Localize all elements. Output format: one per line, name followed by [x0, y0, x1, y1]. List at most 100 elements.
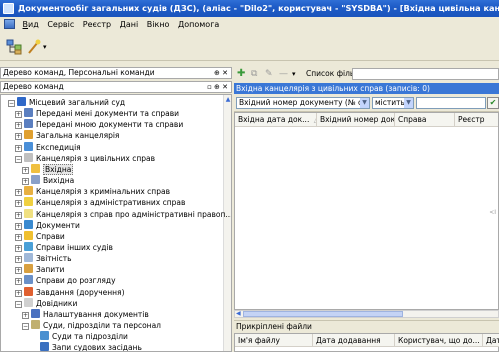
expand-icon[interactable]: +	[15, 244, 22, 252]
tree-node[interactable]: − Суди, підрозділи та персонал	[22, 320, 161, 331]
tree-scrollbar[interactable]: ▲	[223, 95, 231, 351]
menu-registry[interactable]: Реєстр	[80, 17, 114, 33]
main-toolbar: ▾	[0, 33, 499, 61]
add-icon[interactable]: ✚	[237, 67, 245, 81]
chevron-down-icon[interactable]: ▼	[360, 98, 369, 108]
toolbar-dropdown-arrow[interactable]: ▾	[43, 43, 47, 51]
tree-node-icon	[24, 197, 33, 207]
list-title: Вхідна канцелярія з цивільних справ (зап…	[234, 83, 499, 94]
tree-pin-close-buttons[interactable]: ▫ ⊕ ✕	[207, 82, 228, 92]
tree-node[interactable]: + Справи інших судів	[15, 241, 113, 253]
filter-operator-select[interactable]: містить ▼	[372, 97, 414, 109]
expand-icon[interactable]: +	[15, 200, 22, 208]
filter-value-input[interactable]	[416, 97, 486, 109]
column-header-registry[interactable]: Реєстр	[455, 113, 498, 127]
grid-header: Вхідна дата док... △ Вхідний номер доку.…	[235, 113, 498, 127]
tree-node-icon	[31, 163, 40, 173]
tree-node[interactable]: + Документи	[15, 219, 80, 231]
panel-pin-close-buttons[interactable]: ⊕ ✕	[214, 68, 228, 78]
expand-icon[interactable]: +	[15, 189, 22, 197]
grid-horizontal-scrollbar[interactable]: ◀	[234, 310, 499, 318]
collapse-icon[interactable]: −	[8, 100, 15, 107]
tree-node[interactable]: − Канцелярія з цивільних справ	[15, 152, 155, 164]
grid-edge-mark: <I	[489, 209, 496, 216]
scroll-up-icon[interactable]: ▲	[224, 96, 231, 104]
tree-node[interactable]: + Завдання (доручення)	[15, 286, 125, 298]
document-icon[interactable]	[4, 19, 15, 29]
tree-node[interactable]: + Запити	[15, 264, 64, 275]
expand-icon[interactable]: +	[15, 211, 22, 219]
tree-node-icon	[24, 219, 33, 229]
tree-node[interactable]: + Звітність	[15, 253, 72, 264]
tree-node-icon	[24, 253, 33, 263]
collapse-icon[interactable]: −	[15, 300, 22, 308]
menu-view[interactable]: Вид	[20, 17, 42, 33]
menu-service[interactable]: Сервіс	[44, 17, 77, 33]
collapse-icon[interactable]: −	[15, 155, 22, 163]
att-column-date[interactable]: Дата	[483, 334, 499, 347]
expand-icon[interactable]: +	[22, 166, 29, 174]
tree-node[interactable]: + Канцелярія з адміністративних справ	[15, 197, 185, 208]
attachments-title: Прикріплені файли	[234, 320, 499, 332]
tree-node[interactable]: + Налаштування документів	[22, 308, 149, 320]
column-header-number[interactable]: Вхідний номер доку...	[317, 113, 395, 127]
tree-view-icon[interactable]	[6, 39, 24, 55]
tree-node[interactable]: − Місцевий загальний суд	[8, 97, 125, 108]
expand-icon[interactable]: +	[15, 289, 22, 297]
expand-icon[interactable]: +	[22, 311, 29, 319]
tree-node[interactable]: + Експедиція	[15, 141, 81, 153]
filter-field-select[interactable]: Вхідний номер документу (№ справи) ▼	[236, 97, 370, 109]
tree-node-label: Вхідна	[43, 163, 74, 175]
chevron-down-icon[interactable]: ▼	[404, 98, 413, 108]
menu-data[interactable]: Дані	[117, 17, 142, 33]
att-column-date-added[interactable]: Дата додавання	[313, 334, 395, 347]
tree-node[interactable]: + Справи до розгляду	[15, 275, 116, 286]
expand-icon[interactable]: +	[15, 111, 22, 119]
att-column-user[interactable]: Користувач, що до...	[395, 334, 483, 347]
menu-bar: Вид Сервіс Реєстр Дані Вікно Допомога	[0, 17, 499, 33]
delete-icon[interactable]: —	[279, 67, 288, 81]
scroll-thumb[interactable]	[243, 311, 403, 317]
tree-node-label: Справи до розгляду	[36, 276, 116, 286]
copy-icon[interactable]: ⧉	[251, 67, 257, 81]
tree-node[interactable]: + Вхідна	[22, 163, 74, 175]
tree-node-icon	[31, 175, 40, 185]
tree-node[interactable]: Суди та підрозділи	[29, 331, 128, 342]
apply-filter-button[interactable]: ✔	[487, 97, 499, 109]
expand-icon[interactable]: +	[22, 178, 29, 186]
menu-window[interactable]: Вікно	[144, 17, 173, 33]
edit-icon[interactable]: ✎	[265, 67, 273, 81]
column-header-date[interactable]: Вхідна дата док... △	[235, 113, 317, 127]
filter-list-input[interactable]	[352, 68, 499, 80]
expand-icon[interactable]: +	[15, 233, 22, 241]
expand-icon[interactable]: +	[15, 267, 22, 275]
expand-icon[interactable]: +	[15, 133, 22, 141]
tree-node-icon	[24, 108, 33, 118]
tree-node-label: Справи	[36, 231, 65, 241]
scroll-left-icon[interactable]: ◀	[236, 310, 241, 317]
tree-node[interactable]: + Вихідна	[22, 175, 74, 186]
tree-node[interactable]: + Передані мною документи та справи	[15, 119, 183, 130]
tree-node-label: Документи	[36, 220, 80, 230]
tree-node[interactable]: + Канцелярія з справ про адміністративні …	[15, 208, 231, 220]
tree-node-label: Вихідна	[43, 176, 75, 186]
expand-icon[interactable]: +	[15, 278, 22, 286]
tree-node[interactable]: − Довідники	[15, 297, 77, 309]
column-header-case[interactable]: Справа	[395, 113, 455, 127]
expand-icon[interactable]: +	[15, 222, 22, 230]
tree-node-label: Канцелярія з адміністративних справ	[36, 198, 186, 208]
expand-icon[interactable]: +	[15, 144, 22, 152]
menu-help[interactable]: Допомога	[175, 17, 222, 33]
expand-icon[interactable]: +	[15, 122, 22, 130]
tree-node[interactable]: Запи судових засідань	[29, 342, 142, 351]
tree-node[interactable]: + Канцелярія з кримінальних справ	[15, 186, 170, 197]
collapse-icon[interactable]: −	[22, 323, 29, 330]
tree-node[interactable]: + Передані мені документи та справи	[15, 108, 179, 119]
att-column-filename[interactable]: Ім'я файлу	[235, 334, 313, 347]
tree-node[interactable]: + Справи	[15, 230, 65, 242]
expand-icon[interactable]: +	[15, 256, 22, 264]
list-dropdown-arrow[interactable]: ▾	[292, 67, 296, 81]
tree-node[interactable]: + Загальна канцелярія	[15, 130, 119, 141]
tree-node-label: Передані мною документи та справи	[36, 120, 184, 130]
wizard-icon[interactable]	[26, 39, 42, 55]
